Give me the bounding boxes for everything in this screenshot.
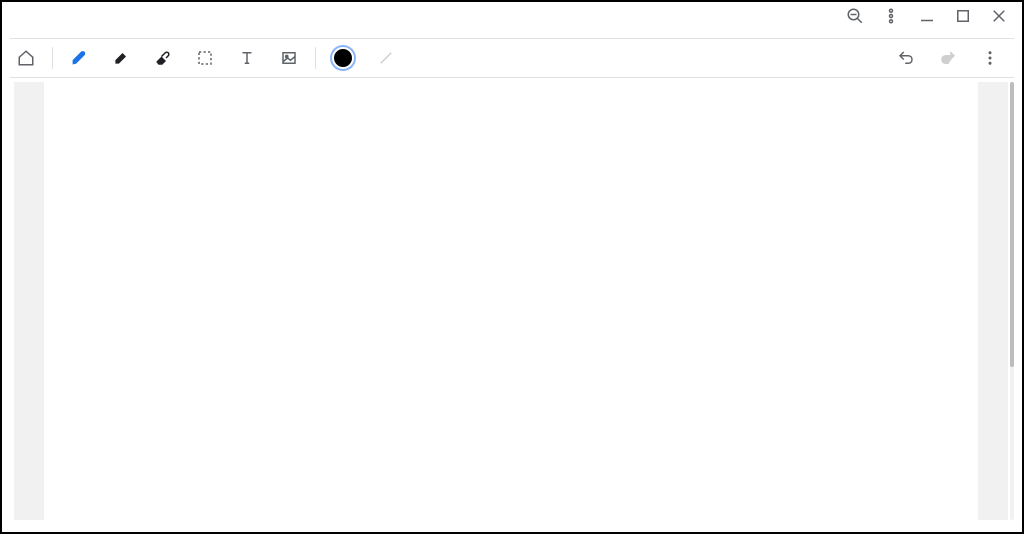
toolbar-more-icon[interactable] [980, 48, 1000, 68]
scrollbar-thumb[interactable] [1010, 82, 1014, 367]
toolbar [10, 38, 1014, 78]
canvas-area[interactable] [14, 82, 1010, 520]
separator [52, 47, 53, 69]
undo-icon[interactable] [896, 48, 916, 68]
separator [315, 47, 316, 69]
vertical-scrollbar[interactable] [1010, 82, 1014, 520]
image-icon[interactable] [279, 48, 299, 68]
close-icon[interactable] [990, 7, 1008, 25]
laser-icon[interactable] [376, 48, 396, 68]
more-vert-icon[interactable] [882, 7, 900, 25]
home-icon[interactable] [16, 48, 36, 68]
maximize-icon[interactable] [954, 7, 972, 25]
pen-icon[interactable] [69, 48, 89, 68]
zoom-out-icon[interactable] [846, 7, 864, 25]
eraser-icon[interactable] [153, 48, 173, 68]
color-swatch[interactable] [332, 47, 354, 69]
redo-icon[interactable] [938, 48, 958, 68]
select-icon[interactable] [195, 48, 215, 68]
marker-icon[interactable] [111, 48, 131, 68]
text-icon[interactable] [237, 48, 257, 68]
minimize-icon[interactable] [918, 7, 936, 25]
